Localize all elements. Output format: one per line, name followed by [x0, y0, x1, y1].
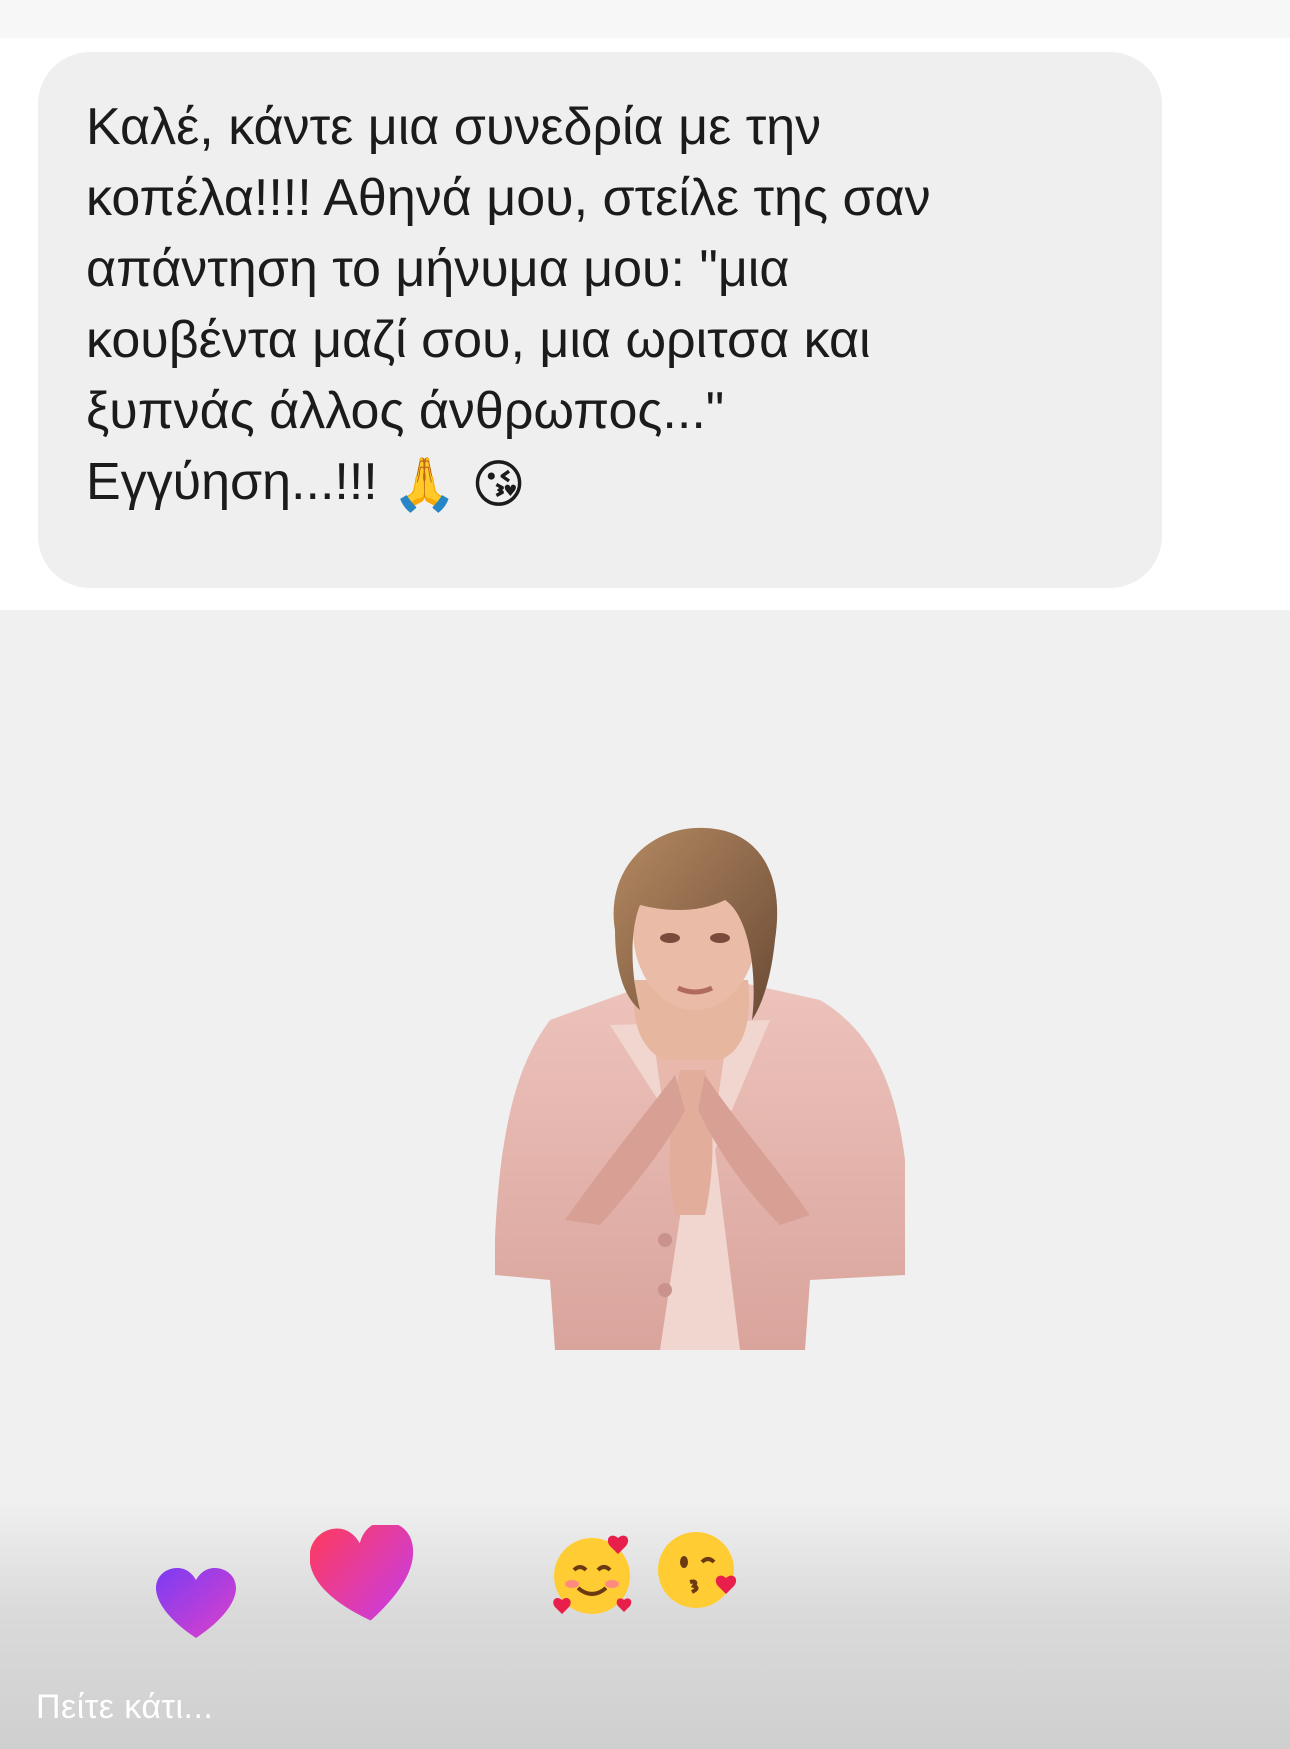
pink-heart-icon[interactable] — [310, 1525, 418, 1623]
message-bubble[interactable]: Καλέ, κάντε μια συνεδρία με την κοπέλα!!… — [38, 52, 1162, 588]
smiling-face-with-hearts-icon[interactable] — [548, 1530, 636, 1618]
message-text: Καλέ, κάντε μια συνεδρία με την κοπέλα!!… — [86, 92, 1118, 521]
woman-praying-hands-sticker — [495, 827, 905, 1350]
face-blowing-kiss-icon[interactable] — [654, 1526, 742, 1614]
kiss-face-icon: 😘 — [471, 454, 526, 515]
praying-hands-icon: 🙏 — [392, 454, 457, 515]
purple-heart-icon[interactable] — [156, 1568, 236, 1640]
top-band — [0, 0, 1290, 38]
comment-input[interactable]: Πείτε κάτι... — [36, 1688, 213, 1727]
